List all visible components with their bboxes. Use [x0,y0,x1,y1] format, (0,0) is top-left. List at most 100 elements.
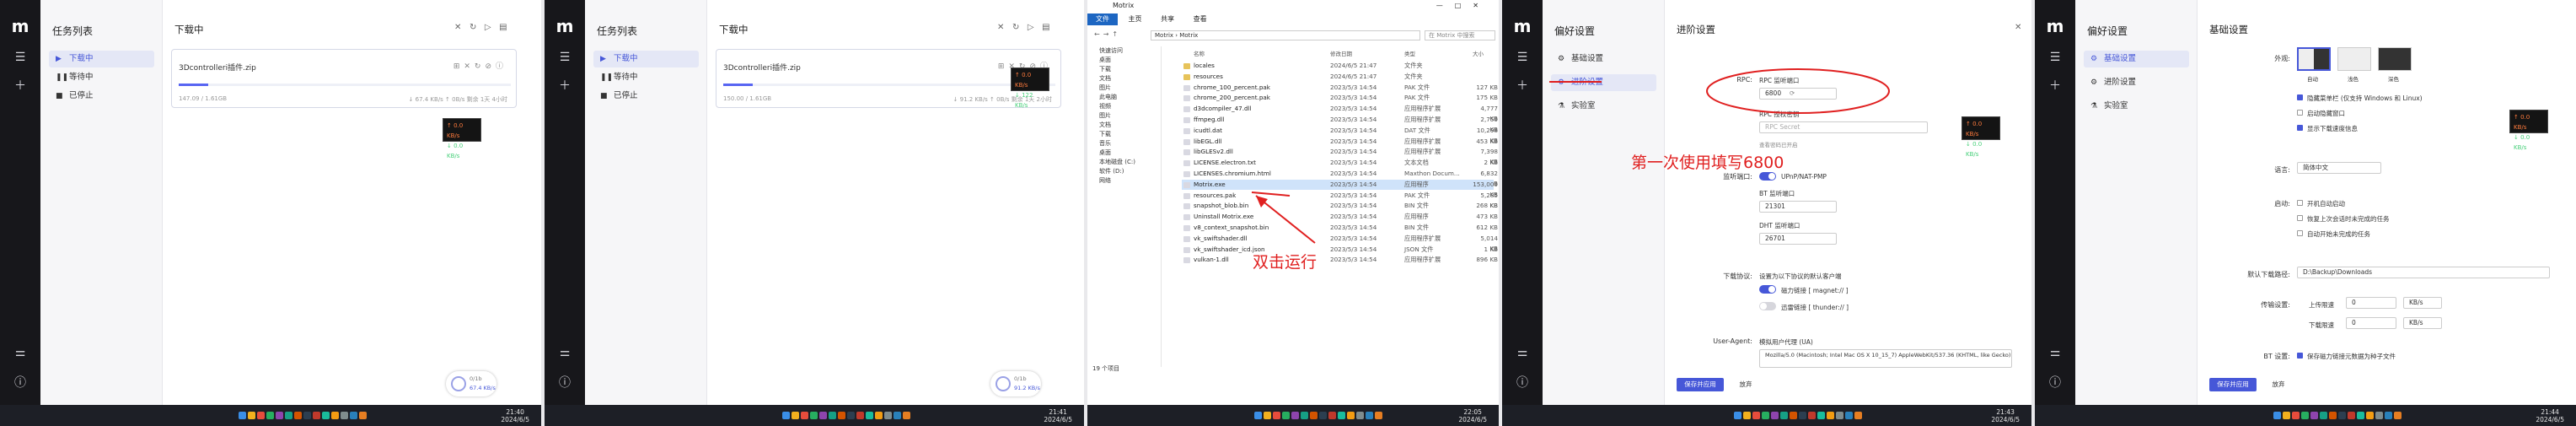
taskbar-app-icon[interactable] [2366,412,2375,419]
taskbar-app-icon[interactable] [1808,412,1817,419]
taskbar-app-icon[interactable] [1817,412,1826,419]
add-task-icon[interactable]: ＋ [2035,78,2075,94]
taskbar-app-icon[interactable] [303,412,312,419]
taskbar-app-icon[interactable] [884,412,892,419]
taskbar-app-icon[interactable] [1836,412,1844,419]
taskbar-app-icon[interactable] [2320,412,2328,419]
taskbar-app-icon[interactable] [276,412,284,419]
taskbar-app-icon[interactable] [1780,412,1789,419]
settings-sliders-icon[interactable]: ⚌ [2035,344,2075,361]
trash-icon[interactable]: ▤ [1042,23,1049,32]
taskbar-app-icon[interactable] [322,412,330,419]
ua-textarea[interactable]: Mozilla/5.0 (Macintosh; Intel Mac OS X 1… [1759,349,2012,368]
menu-icon[interactable]: ☰ [0,49,40,66]
taskbar-app-icon[interactable] [2385,412,2393,419]
taskbar-app-icon[interactable] [2375,412,2384,419]
play-all-icon[interactable]: ▷ [1028,23,1034,32]
taskbar-app-icon[interactable] [1752,412,1761,419]
dht-port-input[interactable]: 26701 [1759,233,1837,245]
taskbar-app-icon[interactable] [239,412,247,419]
taskbar-app-icon[interactable] [2338,412,2347,419]
task-card[interactable]: 3Dcontrolleri插件.zip ⊞✕↻⊘ⓘ 150.00 / 1.61G… [716,49,1061,108]
taskbar-app-icon[interactable] [801,412,808,419]
taskbar-app-icon[interactable] [1762,412,1770,419]
taskbar-app-icon[interactable] [856,412,864,419]
taskbar-app-icon[interactable] [2283,412,2291,419]
sidebar-item-advanced[interactable]: ⚙进阶设置 [1551,74,1656,91]
task-actions[interactable]: ⊞✕↻⊘ⓘ [453,60,507,71]
menu-icon[interactable]: ☰ [2035,49,2075,66]
taskbar-app-icon[interactable] [810,412,818,419]
hide-window-checkbox[interactable] [2297,110,2303,116]
upload-limit-input[interactable]: 0 [2346,297,2396,309]
menu-icon[interactable]: ☰ [545,49,585,66]
taskbar-app-icon[interactable] [866,412,873,419]
sidebar-item-waiting[interactable]: ❚❚ 等待中 [49,69,154,86]
about-icon[interactable]: ⓘ [2035,375,2075,391]
play-all-icon[interactable]: ▷ [485,23,491,32]
taskbar-app-icon[interactable] [2301,412,2310,419]
taskbar-app-icon[interactable] [2394,412,2402,419]
sidebar-item-lab[interactable]: ⚗ 实验室 [2084,98,2189,115]
taskbar-app-icon[interactable] [1854,412,1863,419]
taskbar-app-icon[interactable] [782,412,790,419]
taskbar-app-icon[interactable] [2273,412,2282,419]
sidebar-item-downloading[interactable]: ▶ 下载中 [49,51,154,67]
add-task-icon[interactable]: ＋ [545,78,585,94]
taskbar-app-icon[interactable] [838,412,845,419]
save-apply-button[interactable]: 保存并应用 [1677,378,1724,391]
taskbar-app-icon[interactable] [248,412,256,419]
save-apply-button[interactable]: 保存并应用 [2209,378,2257,391]
task-card[interactable]: 3Dcontrolleri插件.zip ⊞✕↻⊘ⓘ 147.09 / 1.61G… [171,49,517,108]
sidebar-item-stopped[interactable]: ■ 已停止 [593,88,699,105]
close-icon[interactable]: ✕ [454,23,461,32]
about-icon[interactable]: ⓘ [545,375,585,391]
close-icon[interactable]: ✕ [997,23,1004,32]
settings-sliders-icon[interactable]: ⚌ [1502,344,1543,361]
taskbar-app-icon[interactable] [1799,412,1807,419]
taskbar-app-icon[interactable] [1743,412,1752,419]
theme-dark[interactable] [2378,47,2412,71]
add-task-icon[interactable]: ＋ [0,78,40,94]
taskbar-app-icon[interactable] [1347,412,1355,419]
taskbar-app-icon[interactable] [285,412,293,419]
taskbar-app-icon[interactable] [2329,412,2337,419]
taskbar-app-icon[interactable] [894,412,901,419]
taskbar-app-icon[interactable] [341,412,349,419]
bt-port-input[interactable]: 21301 [1759,201,1837,213]
taskbar-app-icon[interactable] [1273,412,1281,419]
sidebar-item-basic[interactable]: ⚙ 基础设置 [2084,51,2189,67]
taskbar-app-icon[interactable] [1254,412,1263,419]
taskbar-app-icon[interactable] [1282,412,1291,419]
save-torrent-checkbox[interactable] [2297,353,2303,359]
settings-sliders-icon[interactable]: ⚌ [0,344,40,361]
magnet-toggle[interactable] [1759,285,1776,294]
taskbar-app-icon[interactable] [350,412,358,419]
taskbar-app-icon[interactable] [2348,412,2356,419]
hide-menubar-checkbox[interactable] [2297,94,2303,100]
taskbar-app-icon[interactable] [359,412,368,419]
trash-icon[interactable]: ▤ [499,23,507,32]
taskbar-app-icon[interactable] [313,412,321,419]
speed-widget[interactable]: 0/1b 91.2 KB/s [990,371,1041,396]
taskbar-app-icon[interactable] [1319,412,1328,419]
discard-button[interactable]: 放弃 [1731,378,1761,391]
sidebar-item-advanced[interactable]: ⚙进阶设置 [2084,74,2189,91]
taskbar-app-icon[interactable] [1375,412,1383,419]
taskbar-app-icon[interactable] [266,412,275,419]
taskbar-app-icon[interactable] [1366,412,1374,419]
taskbar-app-icon[interactable] [2292,412,2300,419]
sidebar-item-lab[interactable]: ⚗ 实验室 [1551,98,1656,115]
refresh-icon[interactable]: ↻ [1012,23,1019,32]
sidebar-item-basic[interactable]: ⚙ 基础设置 [1551,51,1656,67]
autostart-checkbox[interactable] [2297,200,2303,206]
taskbar-app-icon[interactable] [1734,412,1742,419]
taskbar-app-icon[interactable] [1310,412,1318,419]
taskbar-app-icon[interactable] [1338,412,1346,419]
taskbar-app-icon[interactable] [2310,412,2319,419]
taskbar-app-icon[interactable] [2357,412,2365,419]
sidebar-item-stopped[interactable]: ■ 已停止 [49,88,154,105]
taskbar-app-icon[interactable] [819,412,827,419]
download-dir-input[interactable]: D:\Backup\Downloads [2297,267,2550,278]
show-speed-checkbox[interactable] [2297,125,2303,131]
